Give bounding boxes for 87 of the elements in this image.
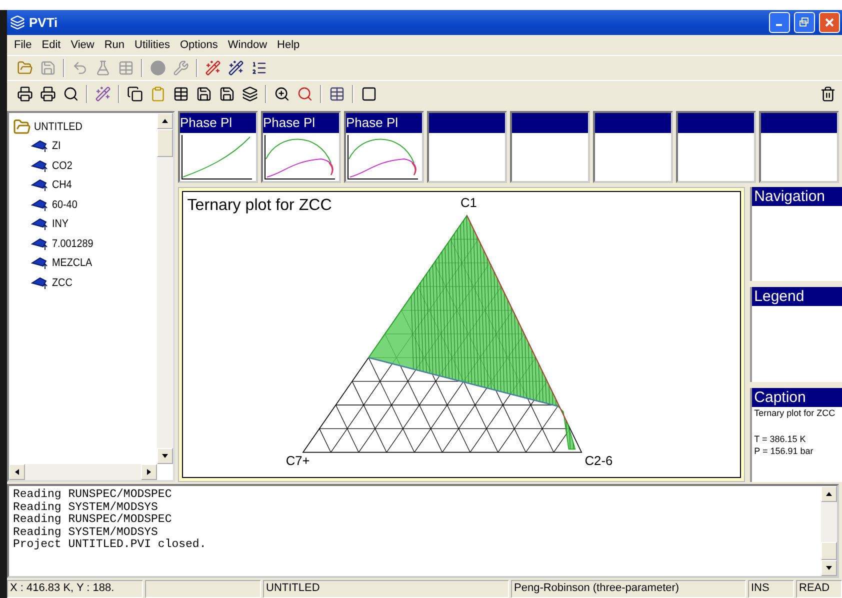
caption-text: P = 156.91 bar [753,444,814,457]
plot-thumbnail[interactable]: Phase Pl [261,111,341,183]
print-button[interactable] [15,84,35,104]
tree-item[interactable]: 7.001289 [11,234,155,254]
scroll-thumb[interactable] [821,542,837,560]
restore-button[interactable] [794,12,815,33]
caption-text: Ternary plot for ZCC [753,406,836,419]
mixture-icon [31,236,49,251]
menu-item[interactable]: View [66,39,100,51]
menu-item[interactable]: Run [99,39,130,51]
thumbnail-title: Phase Pl [263,113,339,133]
log-line: Reading SYSTEM/MODSYS [13,502,158,514]
scroll-right-button[interactable] [141,464,157,480]
tree-item[interactable]: CH4 [11,176,155,195]
up-arrow-icon [825,490,833,498]
caption-text: T = 386.15 K [753,432,807,445]
log-line: Reading RUNSPEC/MODSPEC [13,489,173,502]
scroll-down-button[interactable] [157,448,173,464]
mixture-icon [31,198,49,212]
right-arrow-icon [145,468,153,476]
thumbnail-title: Phase Pl [346,113,422,133]
plot-button[interactable] [203,58,223,78]
mixture-icon [31,158,49,173]
menu-item[interactable]: File [9,39,37,51]
status-field: INS [748,580,794,598]
plot-thumbnail[interactable]: Phase Pl [344,111,424,183]
tree-item[interactable]: MEZCLA [11,254,155,273]
tree-item[interactable]: ZI [11,136,155,156]
vertical-scrollbar[interactable] [157,113,173,464]
log-line: Reading SYSTEM/MODSYS [13,526,158,539]
scroll-thumb[interactable] [157,129,173,157]
mixture-icon [31,256,49,270]
minimize-button[interactable] [769,12,790,33]
scroll-up-button[interactable] [157,113,173,129]
menu-item[interactable]: Utilities [130,39,175,51]
tree-item[interactable]: CO2 [11,156,155,176]
fit-button[interactable] [226,58,246,78]
up-arrow-icon [161,117,169,125]
left-arrow-icon [13,468,21,476]
wand-button[interactable] [93,84,113,104]
window-title: PVTi [29,15,59,30]
thumbnail-title: Phase Pl [180,113,256,133]
mixture-icon [31,178,49,192]
print-button[interactable] [38,84,58,104]
scroll-up-button[interactable] [821,486,837,502]
plot-thumbnail[interactable] [759,111,839,183]
plot-thumbnail[interactable]: Phase Pl [178,111,258,183]
scroll-down-button[interactable] [821,560,837,576]
status-field: X : 416.83 K, Y : 188. [7,580,143,598]
down-arrow-icon [161,452,169,460]
status-field: UNTITLED [263,580,509,598]
vertex-label: C1 [460,195,477,210]
app-icon [10,15,25,30]
panel-title: Navigation [752,187,842,206]
menu-item[interactable]: Window [222,39,272,51]
vertex-label: C2-6 [584,453,613,468]
down-arrow-icon [825,564,833,572]
status-field: Peng-Robinson (three-parameter) [511,580,746,598]
mixture-icon [31,217,49,232]
panel-title: Legend [752,287,842,306]
scroll-left-button[interactable] [9,464,25,480]
tree-item[interactable]: ZCC [11,273,155,292]
plot-thumbnail[interactable] [593,111,673,183]
plot-thumbnail[interactable] [510,111,590,183]
plot-thumbnail[interactable] [676,111,756,183]
menu-item[interactable]: Help [272,39,305,51]
vertex-label: C7+ [286,453,310,468]
plot-thumbnail[interactable] [427,111,507,183]
plot-title: Ternary plot for ZCC [187,196,332,214]
folder-icon [13,118,31,136]
vertical-scrollbar[interactable] [821,486,837,576]
tree-item[interactable]: INY [11,214,155,234]
status-field: READ [796,580,842,598]
log-line: Reading RUNSPEC/MODSPEC [13,514,173,526]
restore-icon [799,17,810,28]
mixture-icon [31,139,49,154]
close-icon [824,17,835,28]
menu-item[interactable]: Options [175,39,223,51]
log-line: Project UNTITLED.PVI closed. [13,539,208,552]
tree-item[interactable]: 60-40 [11,195,155,214]
panel-title: Caption [752,388,842,407]
tree-item[interactable]: UNTITLED [11,117,155,136]
horizontal-scrollbar[interactable] [9,464,157,480]
menu-item[interactable]: Edit [36,39,66,51]
copy-button[interactable] [125,84,145,104]
mixture-icon [31,276,49,290]
close-button[interactable] [819,12,840,33]
